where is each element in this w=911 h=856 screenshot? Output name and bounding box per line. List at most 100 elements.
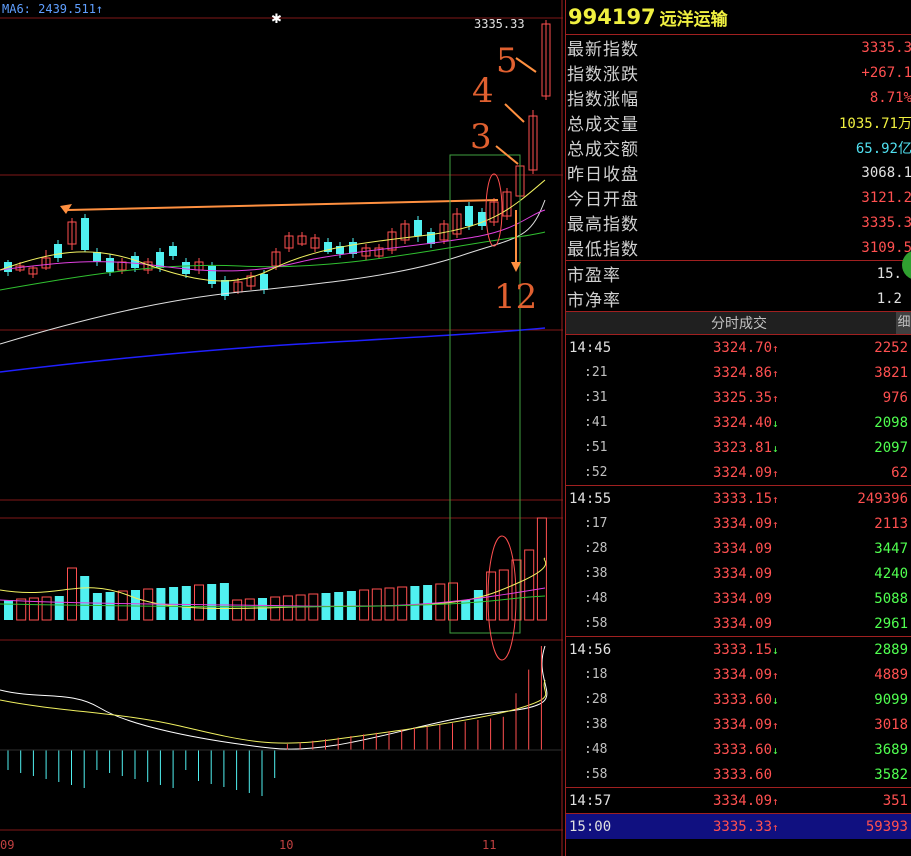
- ratio-row: 市净率 1.2: [566, 286, 911, 312]
- quote-row: 总成交量 1035.71万: [566, 110, 911, 135]
- volume-bar: [169, 587, 179, 620]
- tick-row[interactable]: :28 3333.60↓ 9099: [566, 687, 911, 712]
- quote-value: 3335.3: [861, 39, 911, 56]
- tick-price: 3333.15↓: [713, 641, 779, 658]
- up-arrow-icon: ↑: [772, 668, 779, 682]
- quote-row: 最低指数 3109.5: [566, 235, 911, 261]
- tick-time: :48: [584, 591, 608, 606]
- date-label-0: 09: [0, 838, 15, 852]
- tick-row[interactable]: 15:00 3335.33↑ 59393: [566, 813, 911, 839]
- tick-time: :58: [584, 767, 608, 782]
- annotation-label: 5: [496, 41, 518, 81]
- tick-row[interactable]: :28 3334.09 3447: [566, 536, 911, 561]
- detail-tab[interactable]: 细: [896, 312, 911, 334]
- tick-row[interactable]: :51 3323.81↓ 2097: [566, 435, 911, 460]
- ratio-value: 1.2: [876, 290, 902, 307]
- tick-row[interactable]: 14:56 3333.15↓ 2889: [566, 636, 911, 662]
- candle-body: [260, 274, 268, 290]
- volume-bar: [16, 598, 27, 621]
- up-arrow-icon: ↑: [772, 466, 779, 480]
- tick-row[interactable]: :58 3333.60 3582: [566, 762, 911, 787]
- tick-price: 3334.09: [713, 590, 773, 607]
- macd-dea: [0, 679, 547, 744]
- tick-row[interactable]: :31 3325.35↑ 976: [566, 385, 911, 410]
- ratio-list: 市盈率 15. 市净率 1.2: [566, 261, 911, 312]
- tick-volume: 2098: [874, 414, 908, 431]
- quote-row: 指数涨幅 8.71%: [566, 85, 911, 111]
- volume-bar: [410, 586, 420, 620]
- quote-panel: 994197 远洋运输 最新指数 3335.3 指数涨跌 +267.1 指数涨幅 8…: [565, 0, 911, 856]
- volume-bar: [4, 600, 13, 620]
- ratio-label: 市盈率: [567, 266, 621, 286]
- quote-value: 3335.3: [861, 214, 911, 231]
- tick-row[interactable]: :48 3334.09 5088: [566, 586, 911, 611]
- tick-price: 3324.86↑: [713, 364, 779, 381]
- ma-line-blue: [0, 327, 546, 373]
- tick-time: :28: [584, 541, 608, 556]
- quote-value: +267.1: [861, 64, 911, 81]
- ticks-list[interactable]: 14:45 3324.70↑ 2252:21 3324.86↑ 3821:31 …: [566, 335, 911, 839]
- kline-chart[interactable]: 3 4 5 12 MA6: 2439.511↑ ✱ 3335.33 09 10 11: [0, 0, 563, 856]
- tick-row[interactable]: :18 3334.09↑ 4889: [566, 662, 911, 687]
- tick-volume: 2097: [874, 439, 908, 456]
- quote-value: 3109.5: [861, 239, 911, 256]
- tick-time: :48: [584, 742, 608, 757]
- quote-label: 总成交额: [567, 140, 639, 160]
- tick-price: 3334.09↑: [713, 792, 779, 809]
- quote-value: 8.71%: [869, 89, 911, 106]
- tick-row[interactable]: 14:57 3334.09↑ 351: [566, 787, 911, 813]
- annotation-label: 3: [470, 117, 492, 157]
- ticks-header[interactable]: 分时成交 细: [566, 311, 911, 335]
- tick-row[interactable]: :38 3334.09 4240: [566, 561, 911, 586]
- tick-volume: 2113: [874, 515, 908, 532]
- tick-volume: 3821: [874, 364, 908, 381]
- tick-row[interactable]: 14:45 3324.70↑ 2252: [566, 335, 911, 360]
- tick-row[interactable]: :48 3333.60↓ 3689: [566, 737, 911, 762]
- candle-body: [169, 246, 177, 256]
- tick-time: 14:55: [569, 490, 612, 507]
- tick-row[interactable]: :21 3324.86↑ 3821: [566, 360, 911, 385]
- volume-bar: [181, 586, 191, 620]
- tick-volume: 976: [882, 389, 908, 406]
- ratio-value: 15.: [876, 265, 902, 282]
- volume-bar: [473, 590, 483, 620]
- down-arrow-icon: ↓: [772, 643, 779, 657]
- volume-bar: [524, 549, 535, 621]
- candle-body: [465, 206, 473, 226]
- tick-price: 3335.33↑: [713, 818, 779, 835]
- tick-row[interactable]: 14:55 3333.15↑ 249396: [566, 485, 911, 511]
- star-icon: ✱: [271, 12, 282, 27]
- stock-title[interactable]: 994197 远洋运输: [566, 0, 911, 35]
- date-label-2: 11: [482, 838, 497, 852]
- tick-row[interactable]: :41 3324.40↓ 2098: [566, 410, 911, 435]
- tick-volume: 249396: [857, 490, 908, 507]
- tick-row[interactable]: :58 3334.09 2961: [566, 611, 911, 636]
- up-arrow-icon: ↑: [772, 366, 779, 380]
- up-arrow-icon: ↑: [772, 794, 779, 808]
- quote-value: 65.92亿: [855, 140, 911, 157]
- tick-volume: 351: [882, 792, 908, 809]
- ratio-row: 市盈率 15.: [566, 261, 911, 287]
- quote-row: 昨日收盘 3068.1: [566, 160, 911, 186]
- quote-row: 最高指数 3335.3: [566, 210, 911, 236]
- down-arrow-icon: ↓: [772, 441, 779, 455]
- tick-row[interactable]: :52 3324.09↑ 62: [566, 460, 911, 485]
- volume-bar: [258, 598, 267, 620]
- arrow-annotation: [515, 57, 537, 73]
- ratio-label: 市净率: [567, 291, 621, 311]
- candle-body: [208, 266, 216, 284]
- tick-price: 3333.60↓: [713, 691, 779, 708]
- quote-label: 最低指数: [567, 240, 639, 260]
- tick-row[interactable]: :38 3334.09↑ 3018: [566, 712, 911, 737]
- tick-volume: 2961: [874, 615, 908, 632]
- tick-time: :51: [584, 440, 608, 455]
- tick-price: 3324.40↓: [713, 414, 779, 431]
- tick-price: 3325.35↑: [713, 389, 779, 406]
- tick-price: 3334.09↑: [713, 716, 779, 733]
- volume-bar: [131, 590, 140, 620]
- volume-bar: [92, 593, 102, 620]
- tick-volume: 9099: [874, 691, 908, 708]
- tick-row[interactable]: :17 3334.09↑ 2113: [566, 511, 911, 536]
- tick-volume: 2252: [874, 339, 908, 356]
- quote-row: 今日开盘 3121.2: [566, 185, 911, 211]
